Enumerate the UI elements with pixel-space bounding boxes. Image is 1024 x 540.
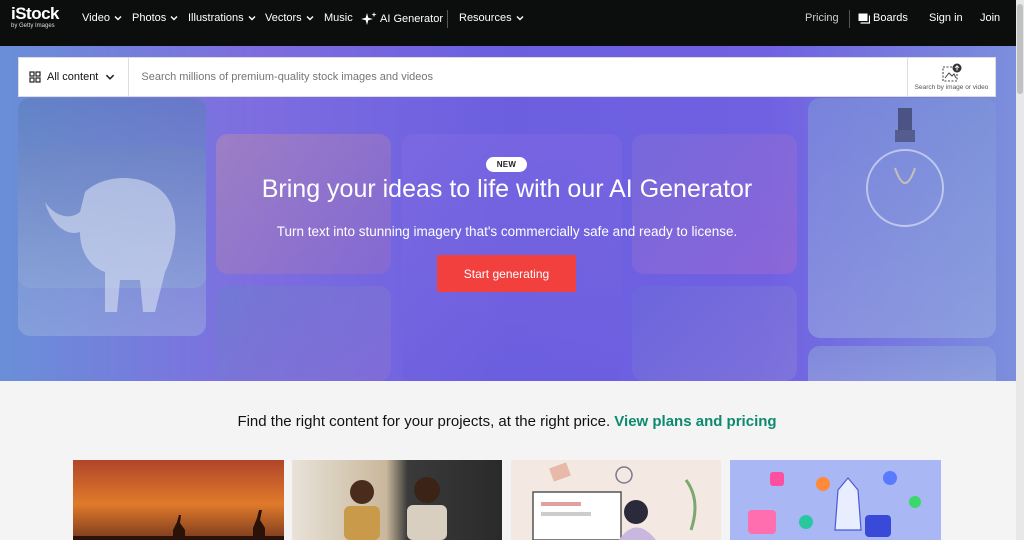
nav-resources-label: Resources	[459, 12, 512, 24]
search-by-image-label: Search by image or video	[914, 83, 989, 91]
hero-title: Bring your ideas to life with our AI Gen…	[261, 175, 753, 203]
chevron-down-icon	[170, 16, 178, 21]
bg-tile-right-1	[632, 134, 797, 274]
grid-icon	[29, 71, 41, 83]
logo-text: iStock	[11, 4, 60, 23]
app-icons-illustration	[748, 471, 921, 537]
nav-pricing[interactable]: Pricing	[805, 12, 839, 24]
nav-divider	[849, 10, 850, 28]
content-filter-label: All content	[47, 71, 99, 83]
search-bar: All content Search by image or video	[18, 57, 996, 97]
nav-photos-label: Photos	[132, 12, 167, 24]
nav-join-label: Join	[980, 12, 1001, 24]
promo-text: Find the right content for your projects…	[237, 413, 611, 430]
bg-tile-landscape	[216, 286, 391, 381]
nav-video-label: Video	[82, 12, 110, 24]
bg-tile-flowers	[216, 134, 391, 274]
nav-music[interactable]: Music	[324, 12, 353, 24]
card-people-bakery[interactable]	[292, 460, 502, 540]
nav-video[interactable]: Video	[82, 12, 123, 24]
search-input[interactable]	[129, 58, 907, 96]
bg-tile-right-2	[632, 286, 797, 381]
nav-ai-generator[interactable]: AI Generator	[361, 12, 443, 26]
lightbulb-illustration	[866, 108, 944, 227]
chevron-down-icon	[114, 16, 122, 21]
nav-illustrations-label: Illustrations	[188, 12, 244, 24]
chevron-down-icon	[248, 16, 256, 21]
nav-pricing-label: Pricing	[805, 12, 839, 24]
image-upload-icon	[941, 63, 961, 82]
nav-boards-label: Boards	[873, 12, 908, 24]
nav-vectors[interactable]: Vectors	[265, 12, 315, 24]
content-filter-dropdown[interactable]: All content	[19, 58, 130, 96]
nav-boards[interactable]: Boards	[858, 12, 908, 24]
chevron-down-icon	[516, 16, 524, 21]
pricing-promo: Find the right content for your projects…	[0, 413, 1014, 430]
new-badge: NEW	[486, 157, 527, 172]
nav-signin[interactable]: Sign in	[929, 12, 963, 24]
nav-illustrations[interactable]: Illustrations	[188, 12, 257, 24]
nav-resources[interactable]: Resources	[459, 12, 525, 24]
view-plans-link[interactable]: View plans and pricing	[614, 413, 776, 430]
bg-tile-bottom-right	[808, 346, 996, 381]
nav-music-label: Music	[324, 12, 353, 24]
nav-vectors-label: Vectors	[265, 12, 302, 24]
logo-subtext: by Getty Images	[11, 23, 55, 29]
desk-illustration	[532, 462, 697, 540]
giraffe-silhouettes	[73, 510, 284, 540]
nav-join[interactable]: Join	[980, 12, 1000, 24]
search-by-image-button[interactable]: Search by image or video	[907, 58, 995, 96]
card-app-icons-3d[interactable]	[730, 460, 941, 540]
chevron-down-icon	[106, 74, 115, 80]
nav-signin-label: Sign in	[929, 12, 963, 24]
page-scrollbar[interactable]	[1016, 0, 1024, 540]
istock-logo[interactable]: iStock by Getty Images	[11, 4, 60, 29]
nav-photos[interactable]: Photos	[132, 12, 179, 24]
nav-divider	[447, 10, 448, 28]
nav-ai-generator-label: AI Generator	[380, 13, 443, 25]
start-generating-button[interactable]: Start generating	[437, 255, 576, 292]
sparkle-icon	[361, 12, 377, 25]
hero-subtitle: Turn text into stunning imagery that's c…	[276, 224, 738, 239]
boards-icon	[858, 13, 870, 24]
people-illustration	[344, 477, 447, 540]
top-navigation: iStock by Getty Images Video Photos Illu…	[0, 0, 1024, 46]
card-illustration-desk[interactable]	[511, 460, 721, 540]
card-giraffes-sunset[interactable]	[73, 460, 284, 540]
chevron-down-icon	[306, 16, 314, 21]
scrollbar-thumb[interactable]	[1017, 4, 1023, 94]
